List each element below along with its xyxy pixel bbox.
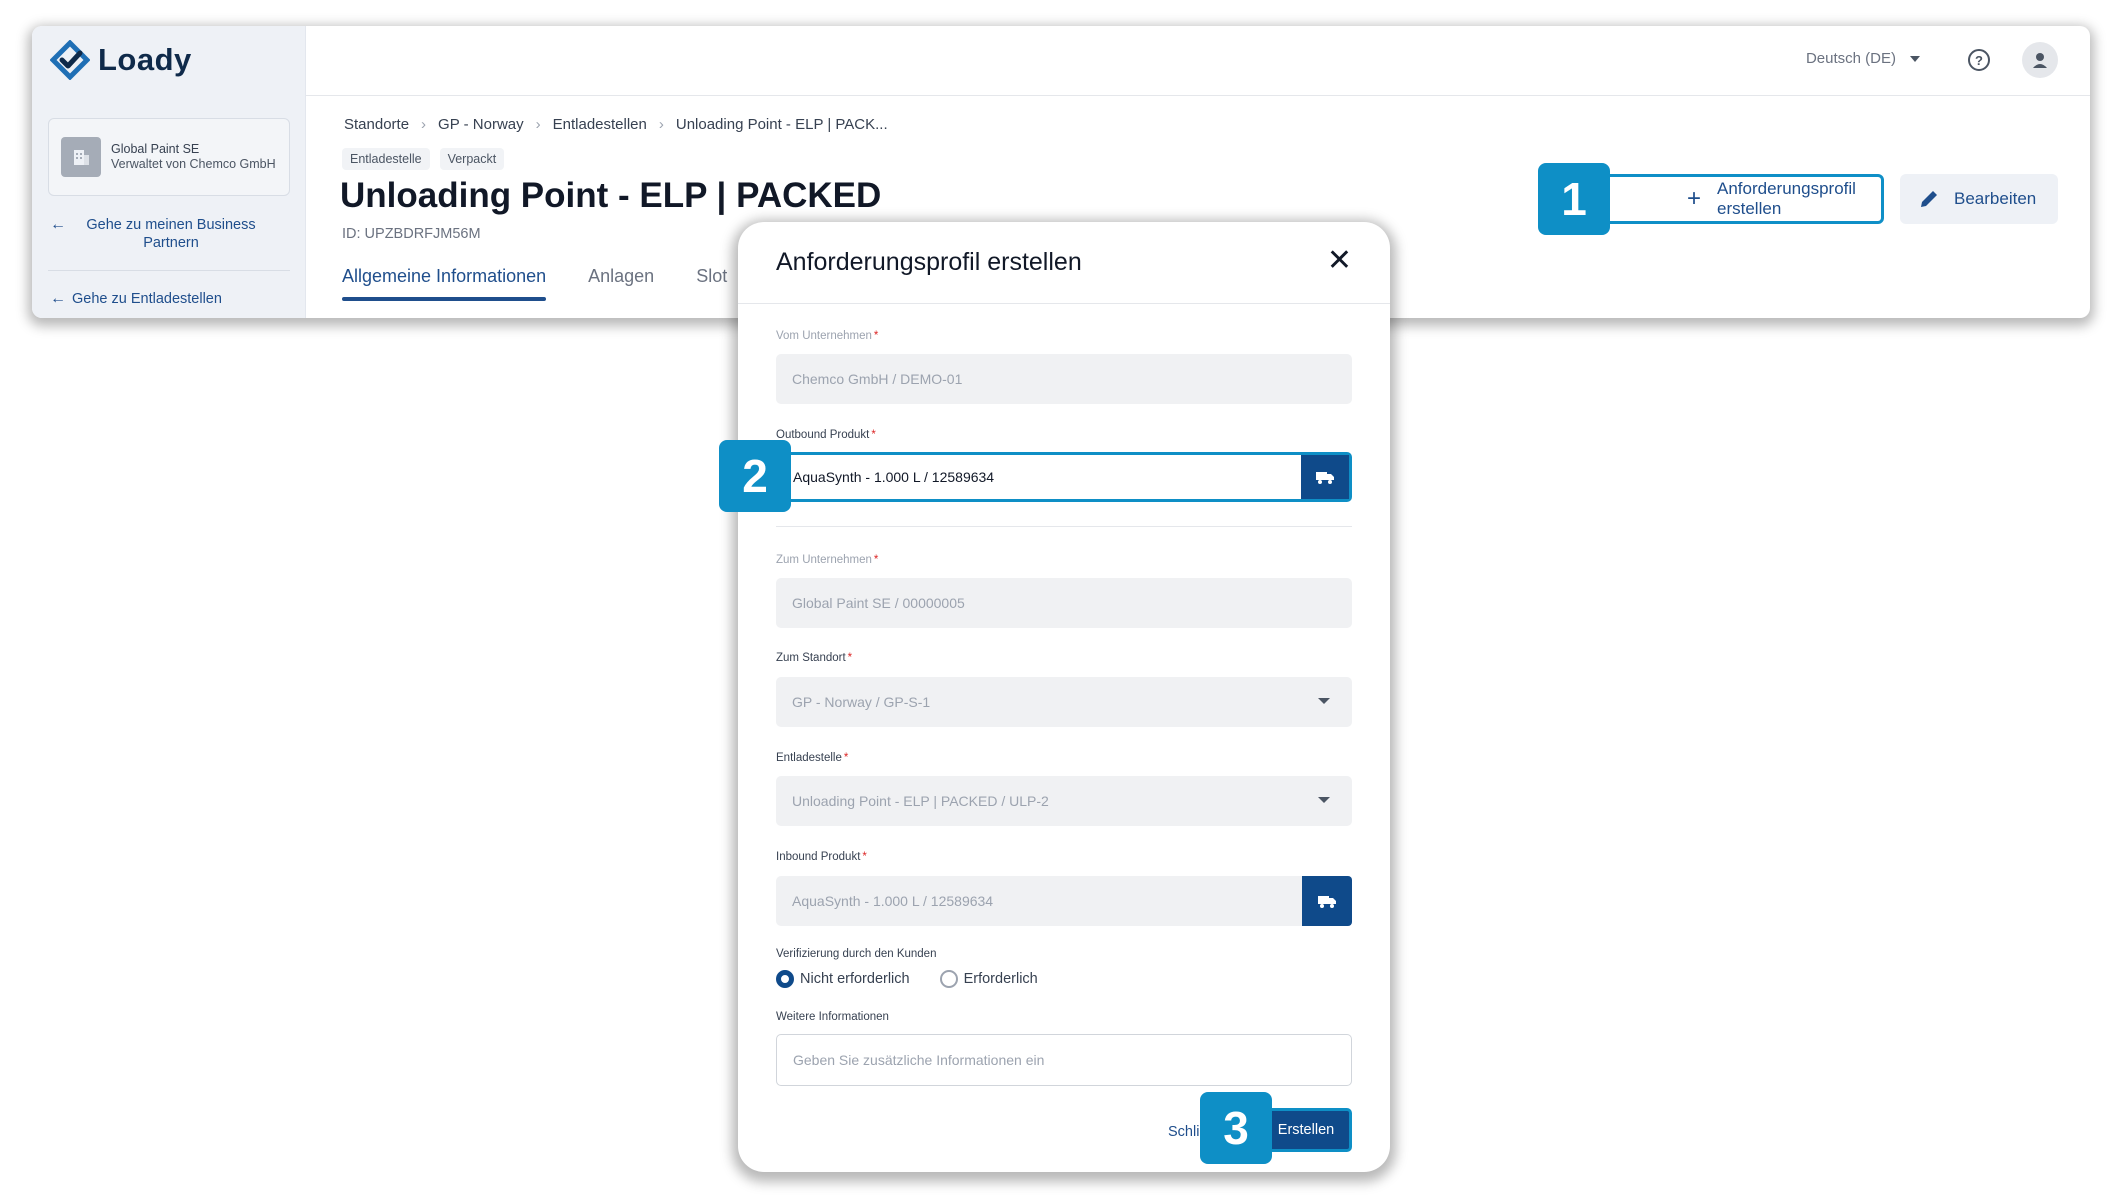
company-switcher[interactable]: Global Paint SE Verwaltet von Chemco Gmb…	[48, 118, 290, 196]
unloading-point-value: Unloading Point - ELP | PACKED / ULP-2	[792, 793, 1049, 809]
truck-search-icon	[1318, 896, 1336, 908]
nav-link-business-partners[interactable]: ← Gehe zu meinen Business Partnern	[50, 216, 266, 252]
tag-chip: Entladestelle	[342, 148, 430, 170]
to-site-value: GP - Norway / GP-S-1	[792, 694, 931, 710]
edit-button-label: Bearbeiten	[1954, 189, 2037, 208]
breadcrumb-item-current: Unloading Point - ELP | PACK...	[675, 116, 888, 133]
to-site-select[interactable]: GP - Norway / GP-S-1	[776, 677, 1352, 727]
edit-button[interactable]: Bearbeiten	[1900, 174, 2058, 224]
topbar: Deutsch (DE) ?	[306, 26, 2090, 96]
language-select[interactable]: Deutsch (DE)	[1806, 50, 1920, 67]
verification-label: Verifizierung durch den Kunden	[776, 948, 937, 960]
tab-slots[interactable]: Slot	[696, 266, 727, 287]
radio-checked-icon[interactable]	[776, 970, 794, 988]
breadcrumb: Standorte › GP - Norway › Entladestellen…	[344, 116, 888, 133]
radio-not-required-label: Nicht erforderlich	[800, 971, 910, 987]
from-company-value: Chemco GmbH / DEMO-01	[792, 371, 963, 387]
create-requirement-profile-label: Anforderungsprofil erstellen	[1717, 179, 1856, 218]
company-managed-by: Verwaltet von Chemco GmbH	[111, 157, 276, 171]
company-name: Global Paint SE	[111, 142, 200, 156]
tab-bar: Allgemeine Informationen Anlagen Slot	[342, 266, 727, 301]
inbound-product-value: AquaSynth - 1.000 L / 12589634	[792, 893, 994, 909]
building-icon	[61, 137, 101, 177]
submit-button[interactable]: Erstellen	[1260, 1108, 1352, 1152]
dialog-divider	[776, 526, 1352, 527]
pencil-icon	[1921, 191, 1937, 207]
sidebar: Loady Global Paint SE Verwaltet von Chem…	[32, 26, 306, 318]
further-info-placeholder: Geben Sie zusätzliche Informationen ein	[793, 1052, 1045, 1068]
further-info-label: Weitere Informationen	[776, 1011, 889, 1023]
inbound-product-field[interactable]: AquaSynth - 1.000 L / 12589634	[776, 876, 1352, 926]
tag-chip: Verpackt	[439, 148, 505, 170]
outbound-product-value: AquaSynth - 1.000 L / 12589634	[793, 469, 995, 485]
page-id: ID: UPZBDRFJM56M	[342, 226, 481, 242]
chevron-right-icon: ›	[535, 116, 541, 133]
chevron-down-icon	[1910, 55, 1920, 62]
verification-radio-group: Nicht erforderlich Erforderlich	[776, 970, 1056, 988]
nav-link-business-partners-label: Gehe zu meinen Business Partnern	[86, 217, 256, 251]
further-info-input[interactable]: Geben Sie zusätzliche Informationen ein	[776, 1034, 1352, 1086]
plus-icon: +	[1687, 185, 1702, 212]
radio-required-label: Erforderlich	[963, 971, 1038, 987]
brand-name: Loady	[98, 42, 192, 77]
to-company-label: Zum Unternehmen *	[776, 554, 879, 566]
tab-attachments[interactable]: Anlagen	[588, 266, 654, 287]
radio-unchecked-icon[interactable]	[939, 970, 958, 988]
close-icon[interactable]: ✕	[1327, 246, 1352, 276]
arrow-left-icon: ←	[50, 290, 66, 307]
logo[interactable]: Loady	[50, 40, 192, 80]
language-value: Deutsch (DE)	[1805, 50, 1896, 67]
nav-link-unloading-points[interactable]: ← Gehe zu Entladestellen	[50, 290, 222, 308]
breadcrumb-item-site[interactable]: GP - Norway	[438, 116, 524, 133]
breadcrumb-item-unloading-points[interactable]: Entladestellen	[553, 116, 647, 133]
unloading-point-label: Entladestelle *	[776, 752, 849, 764]
outbound-product-label: Outbound Produkt *	[776, 429, 876, 441]
outbound-product-search-button[interactable]	[1301, 455, 1349, 499]
chevron-down-icon	[1318, 698, 1330, 704]
from-company-field: Chemco GmbH / DEMO-01	[776, 354, 1352, 404]
tab-general-info[interactable]: Allgemeine Informationen	[342, 266, 547, 301]
truck-search-icon	[1316, 472, 1334, 484]
inbound-product-label: Inbound Produkt *	[776, 851, 867, 863]
create-requirement-profile-dialog: Anforderungsprofil erstellen ✕ Vom Unter…	[738, 222, 1390, 1172]
to-site-label: Zum Standort *	[776, 652, 853, 664]
dialog-title: Anforderungsprofil erstellen	[776, 248, 1082, 276]
screenshot: Loady Global Paint SE Verwaltet von Chem…	[0, 0, 2120, 1204]
chevron-down-icon	[1318, 797, 1330, 803]
arrow-left-icon: ←	[50, 216, 66, 233]
step-badge-2: 2	[719, 440, 791, 512]
unloading-point-select[interactable]: Unloading Point - ELP | PACKED / ULP-2	[776, 776, 1352, 826]
radio-not-required[interactable]: Nicht erforderlich	[776, 970, 910, 988]
user-avatar-icon[interactable]	[2022, 42, 2058, 78]
breadcrumb-item-sites[interactable]: Standorte	[344, 116, 409, 133]
tag-list: Entladestelle Verpackt	[342, 148, 505, 170]
help-icon[interactable]: ?	[1968, 49, 1990, 71]
outbound-product-field[interactable]: AquaSynth - 1.000 L / 12589634	[776, 452, 1352, 502]
create-requirement-profile-button[interactable]: + Anforderungsprofil erstellen	[1598, 174, 1884, 224]
sidebar-divider	[48, 270, 290, 271]
step-badge-3: 3	[1200, 1092, 1272, 1164]
to-company-field: Global Paint SE / 00000005	[776, 578, 1352, 628]
inbound-product-search-button[interactable]	[1302, 876, 1352, 926]
step-badge-1: 1	[1538, 163, 1610, 235]
dialog-header: Anforderungsprofil erstellen ✕	[738, 222, 1390, 304]
nav-link-unloading-points-label: Gehe zu Entladestellen	[72, 291, 222, 307]
from-company-label: Vom Unternehmen *	[776, 330, 879, 342]
page-title: Unloading Point - ELP | PACKED	[340, 176, 882, 215]
radio-required[interactable]: Erforderlich	[939, 970, 1038, 988]
chevron-right-icon: ›	[421, 116, 427, 133]
chevron-right-icon: ›	[658, 116, 664, 133]
to-company-value: Global Paint SE / 00000005	[792, 595, 965, 611]
loady-logo-icon	[50, 40, 90, 80]
